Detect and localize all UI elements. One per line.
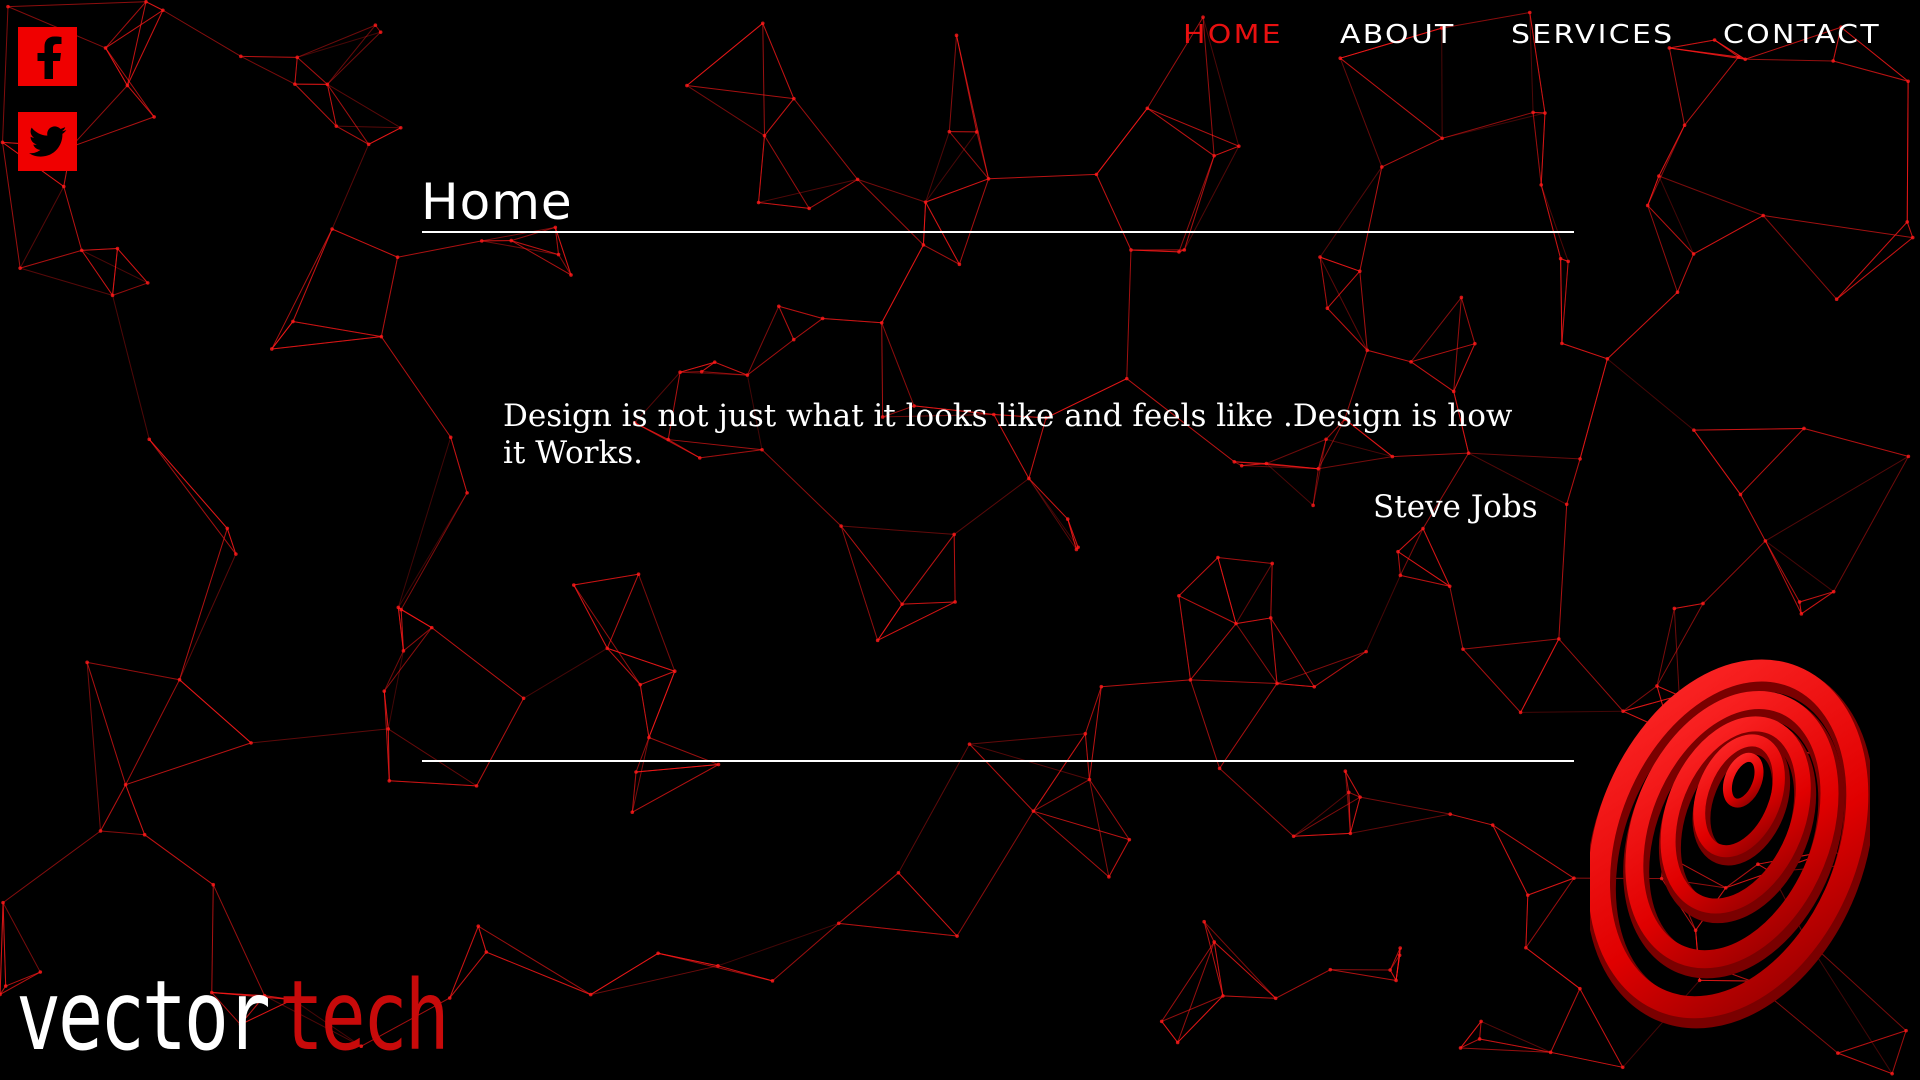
content-bottom-divider: [422, 760, 1574, 762]
title-divider: [422, 231, 1574, 233]
twitter-icon: [28, 125, 66, 157]
nav-about-link[interactable]: ABOUT: [1340, 20, 1467, 50]
nav-contact-link[interactable]: CONTACT: [1723, 20, 1892, 50]
logo-word-vector: vector: [16, 960, 271, 1072]
top-navigation: HOME ABOUT SERVICES CONTACT: [1183, 20, 1878, 50]
logo-word-tech: tech: [278, 960, 450, 1072]
brand-logo[interactable]: vector tech: [16, 968, 450, 1064]
twitter-button[interactable]: [18, 112, 77, 171]
quote-text: Design is not just what it looks like an…: [503, 398, 1513, 471]
facebook-button[interactable]: [18, 27, 77, 86]
nav-home-link[interactable]: HOME: [1183, 20, 1294, 50]
nav-services-link[interactable]: SERVICES: [1511, 20, 1686, 50]
facebook-icon: [37, 36, 61, 79]
red-spiral-emblem: [1590, 659, 1870, 1029]
quote-author: Steve Jobs: [1373, 489, 1538, 525]
page-title: Home: [421, 173, 573, 231]
